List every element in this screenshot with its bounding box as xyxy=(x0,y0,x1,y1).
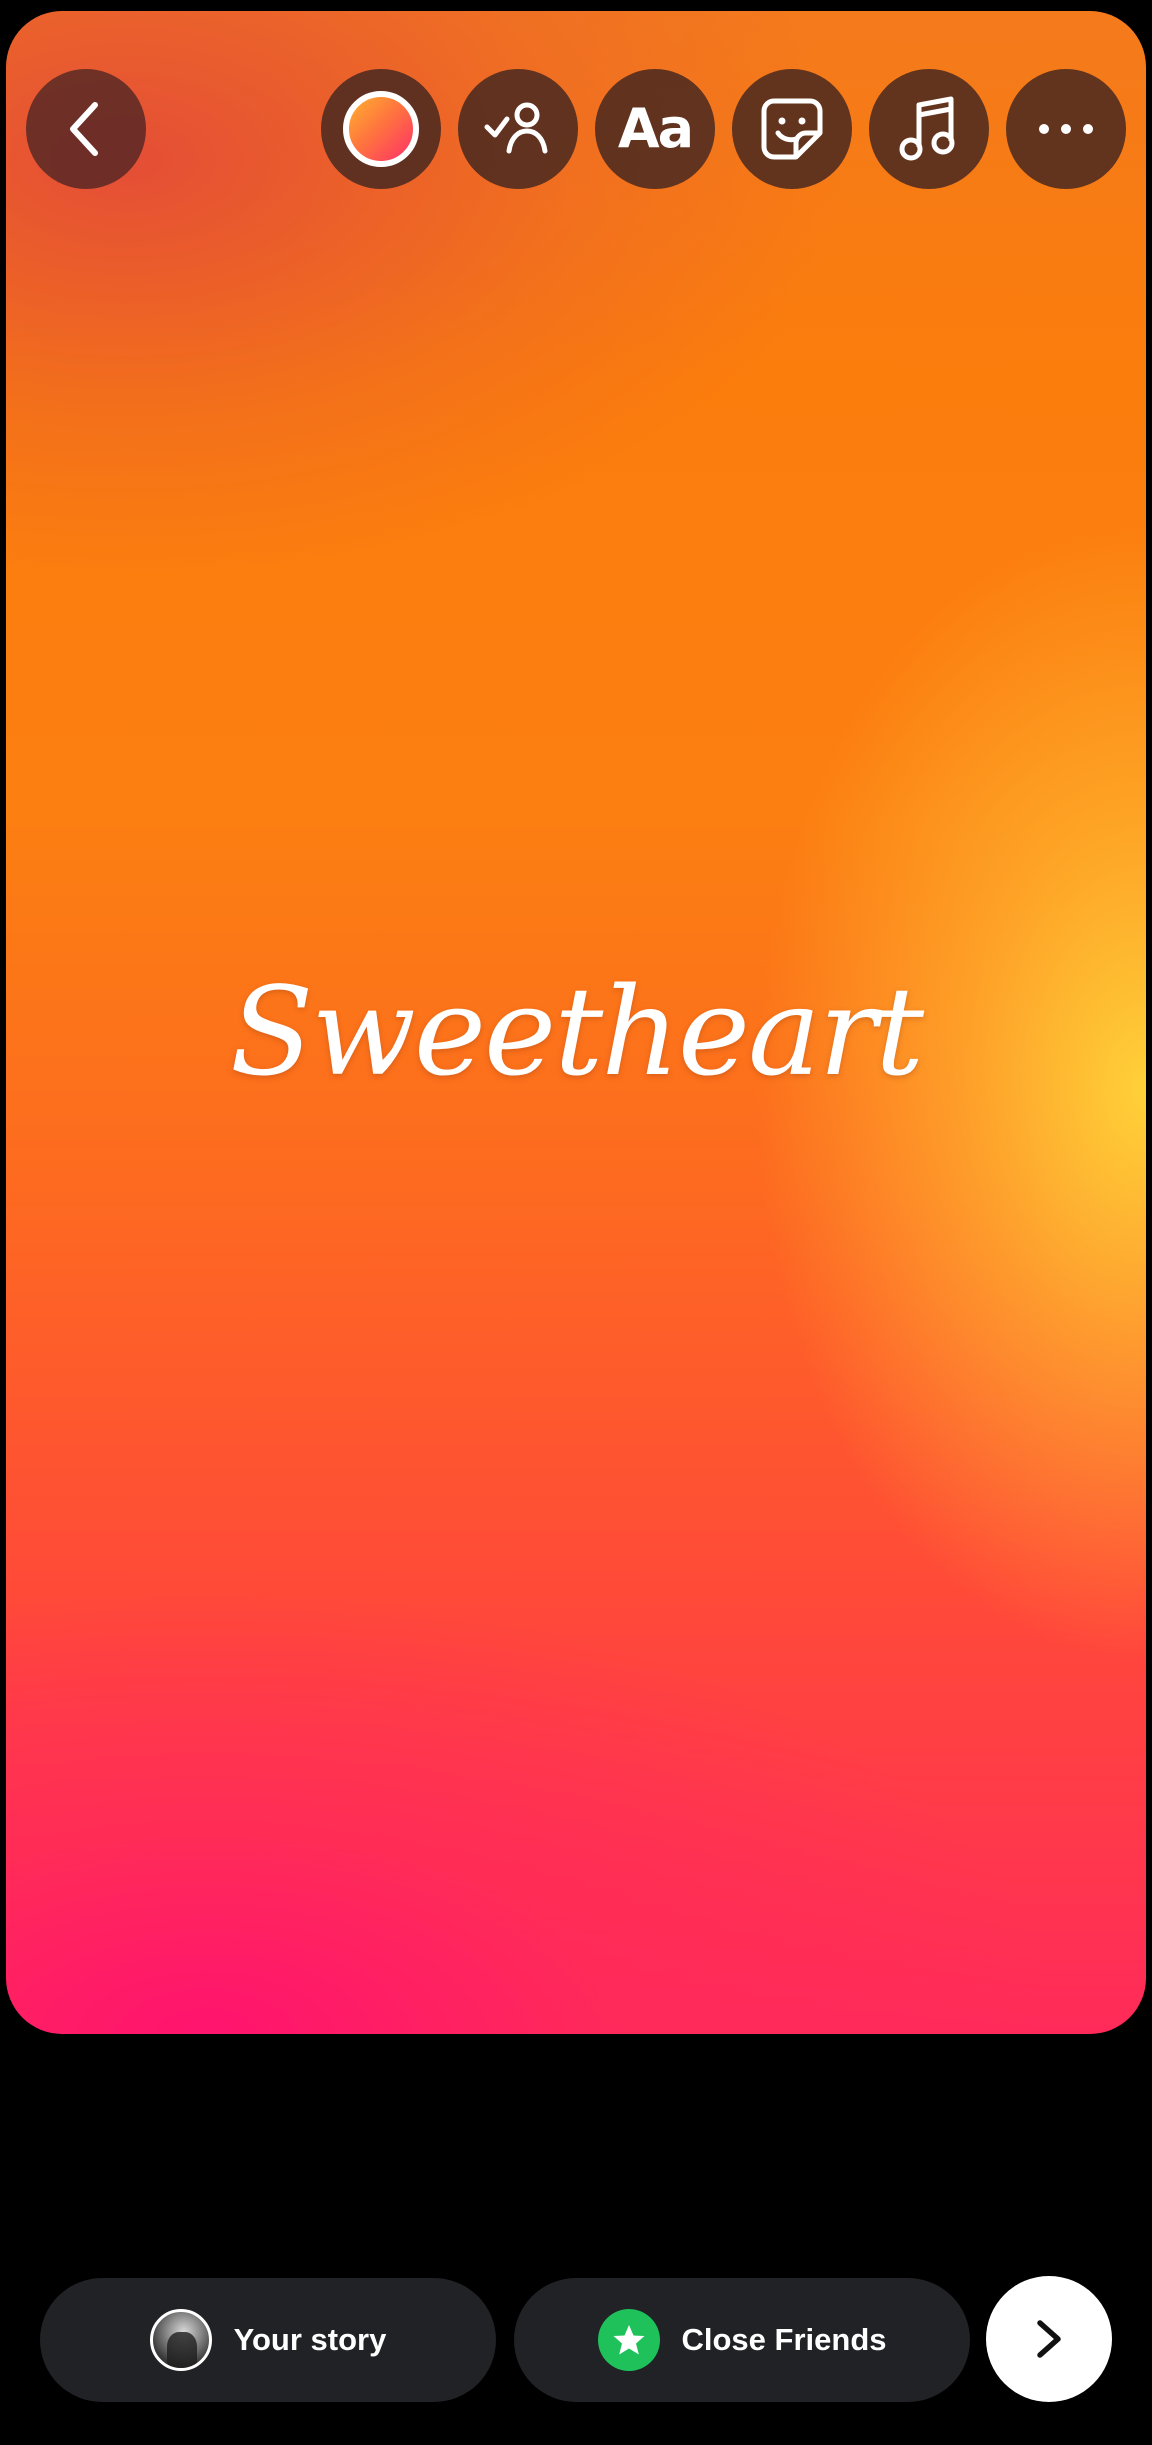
story-editor: Sweetheart Aa Your story Close Friends xyxy=(0,0,1152,2445)
more-button[interactable] xyxy=(1006,69,1126,189)
avatar xyxy=(149,2309,212,2371)
star-icon xyxy=(597,2309,660,2371)
close-friends-button[interactable]: Close Friends xyxy=(514,2278,970,2402)
text-button[interactable]: Aa xyxy=(595,69,715,189)
mention-button[interactable] xyxy=(458,69,578,189)
your-story-button[interactable]: Your story xyxy=(40,2278,496,2402)
background-color-button[interactable] xyxy=(321,69,441,189)
story-canvas[interactable]: Sweetheart Aa xyxy=(6,11,1146,2034)
color-swatch-icon xyxy=(343,91,419,167)
share-bar: Your story Close Friends xyxy=(0,2270,1152,2410)
person-check-icon xyxy=(484,102,548,154)
chevron-right-icon xyxy=(1037,2320,1061,2358)
music-button[interactable] xyxy=(869,69,989,189)
sticker-icon xyxy=(761,98,823,160)
music-note-icon xyxy=(899,96,955,161)
back-button[interactable] xyxy=(26,69,146,189)
more-horizontal-icon xyxy=(1039,124,1093,134)
chevron-left-icon xyxy=(70,102,98,156)
next-button[interactable] xyxy=(986,2276,1112,2402)
story-text[interactable]: Sweetheart xyxy=(6,961,1146,1103)
sticker-button[interactable] xyxy=(732,69,852,189)
text-icon: Aa xyxy=(617,97,694,160)
close-friends-label: Close Friends xyxy=(681,2322,887,2357)
your-story-label: Your story xyxy=(233,2322,387,2357)
